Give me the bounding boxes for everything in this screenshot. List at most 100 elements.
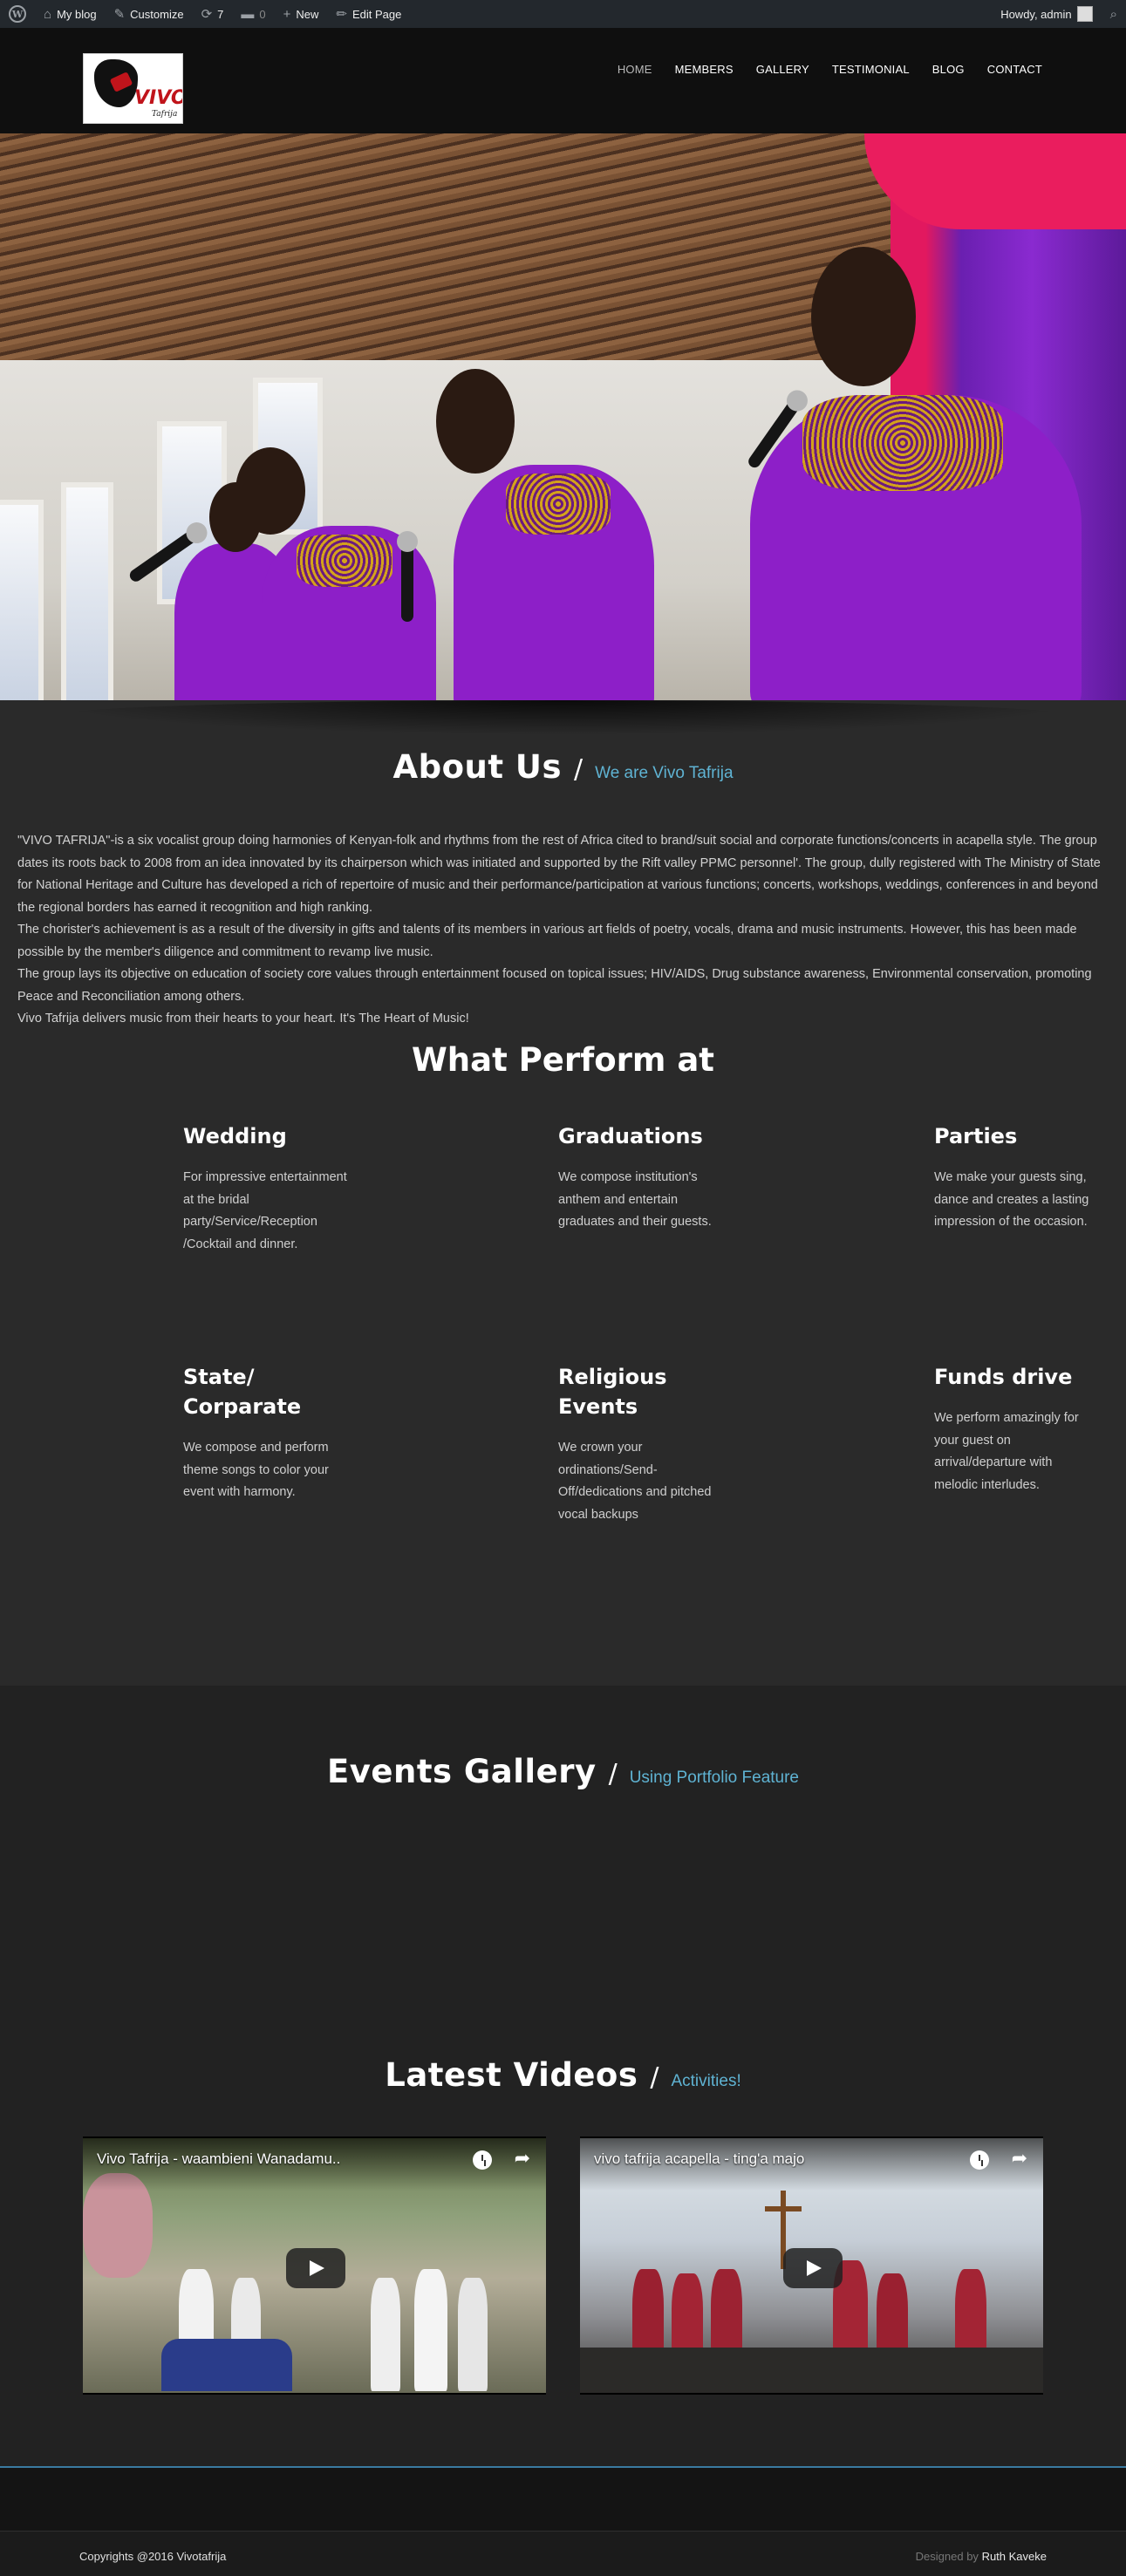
service-parties: Parties We make your guests sing, dance …: [934, 1121, 1117, 1234]
shirt-pattern: [506, 474, 611, 535]
nav-members[interactable]: MEMBERS: [675, 63, 734, 76]
wordpress-icon: W: [9, 5, 26, 23]
about-paragraph: "VIVO TAFRIJA"-is a six vocalist group d…: [17, 834, 1101, 915]
video-pews: [580, 2348, 1043, 2393]
about-heading: About Us / We are Vivo Tafrija: [0, 748, 1126, 786]
service-text: We make your guests sing, dance and crea…: [934, 1170, 1089, 1229]
service-title: Wedding: [183, 1124, 287, 1148]
new-content-link[interactable]: + New: [275, 0, 328, 28]
nav-home[interactable]: HOME: [618, 63, 652, 76]
site-logo[interactable]: VIVO Tafrija: [83, 53, 183, 124]
plus-icon: +: [283, 6, 291, 22]
video-figure: [458, 2278, 488, 2391]
singer-head: [436, 369, 515, 474]
singer-head: [235, 447, 305, 535]
nav-testimonial[interactable]: TESTIMONIAL: [832, 63, 910, 76]
about-paragraph: Vivo Tafrija delivers music from their h…: [17, 1012, 469, 1026]
watch-later-icon[interactable]: [970, 2150, 989, 2170]
video-figure: [371, 2278, 400, 2391]
paintbrush-icon: ✎: [113, 7, 126, 22]
title-separator: /: [608, 1759, 618, 1789]
about-title: About Us: [392, 748, 562, 786]
logo-text: VIVO: [134, 87, 183, 109]
shirt-pattern: [297, 535, 392, 587]
service-title: Religious Events: [558, 1365, 667, 1419]
title-separator: /: [574, 754, 583, 785]
service-title: State/ Corparate: [183, 1365, 302, 1419]
service-text: For impressive entertainment at the brid…: [183, 1170, 347, 1251]
service-wedding: Wedding For impressive entertainment at …: [183, 1121, 366, 1256]
my-account-menu[interactable]: Howdy, admin: [992, 0, 1101, 28]
comment-icon: ▬: [241, 6, 255, 22]
service-title: Funds drive: [934, 1365, 1073, 1389]
video-player[interactable]: Vivo Tafrija - waambieni Wanadamu.. ➦: [83, 2136, 546, 2395]
wp-logo-menu[interactable]: W: [0, 0, 35, 28]
video-title[interactable]: vivo tafrija acapella - ting'a majo: [594, 2150, 943, 2168]
pencil-icon: ✏: [336, 7, 347, 22]
videos-subtitle: Activities!: [671, 2072, 741, 2090]
videos-heading: Latest Videos / Activities!: [0, 2056, 1126, 2094]
nav-gallery[interactable]: GALLERY: [756, 63, 809, 76]
designed-by-label: Designed by: [915, 2550, 979, 2563]
my-blog-link[interactable]: ⌂ My blog: [35, 0, 106, 28]
shirt-pattern: [802, 395, 1003, 491]
main-nav: HOME MEMBERS GALLERY TESTIMONIAL BLOG CO…: [618, 63, 1042, 76]
video-figure: [414, 2269, 447, 2391]
search-toggle[interactable]: ⌕: [1102, 0, 1126, 28]
hero-shadow: [35, 700, 1091, 735]
copyright-text: Copyrights @2016 Vivotafrija: [79, 2550, 227, 2563]
service-religious-events: Religious Events We crown your ordinatio…: [558, 1362, 741, 1526]
refresh-icon: ⟳: [201, 7, 213, 22]
comments-link[interactable]: ▬ 0: [232, 0, 274, 28]
videos-grid: Vivo Tafrija - waambieni Wanadamu.. ➦ vi…: [83, 2136, 1043, 2395]
video-table: [161, 2339, 292, 2391]
about-subtitle: We are Vivo Tafrija: [595, 764, 734, 782]
microphone: [397, 531, 418, 622]
designer-credit: Designed by Ruth Kaveke: [916, 2550, 1047, 2563]
service-funds-drive: Funds drive We perform amazingly for you…: [934, 1362, 1117, 1496]
share-icon[interactable]: ➦: [1012, 2147, 1027, 2170]
video-player[interactable]: vivo tafrija acapella - ting'a majo ➦: [580, 2136, 1043, 2395]
admin-bar: W ⌂ My blog ✎ Customize ⟳ 7 ▬ 0 + New ✏ Edit P…: [0, 0, 1126, 28]
edit-page-link[interactable]: ✏ Edit Page: [327, 0, 410, 28]
search-icon: ⌕: [1109, 6, 1117, 22]
about-paragraph: The chorister's achievement is as a resu…: [17, 923, 1077, 959]
updates-link[interactable]: ⟳ 7: [193, 0, 233, 28]
play-button[interactable]: [783, 2248, 843, 2288]
service-text: We compose institution's anthem and ente…: [558, 1170, 712, 1229]
hero-window: [61, 482, 113, 700]
customize-link[interactable]: ✎ Customize: [106, 0, 193, 28]
gallery-title: Events Gallery: [326, 1753, 597, 1790]
video-title[interactable]: Vivo Tafrija - waambieni Wanadamu..: [97, 2150, 446, 2168]
gallery-subtitle: Using Portfolio Feature: [629, 1768, 800, 1787]
designer-link[interactable]: Ruth Kaveke: [982, 2550, 1047, 2563]
logo-subtext: Tafrija: [152, 110, 178, 119]
service-text: We perform amazingly for your guest on a…: [934, 1411, 1079, 1492]
about-paragraph: The group lays its objective on educatio…: [17, 967, 1092, 1004]
home-icon: ⌂: [44, 6, 52, 22]
service-title: Graduations: [558, 1124, 703, 1148]
service-corporate: State/ Corparate We compose and perform …: [183, 1362, 366, 1504]
hero-image: [0, 133, 1126, 700]
share-icon[interactable]: ➦: [515, 2147, 530, 2170]
gallery-heading: Events Gallery / Using Portfolio Feature: [0, 1753, 1126, 1790]
video-cross: [765, 2206, 802, 2211]
service-text: We compose and perform theme songs to co…: [183, 1441, 329, 1499]
service-graduations: Graduations We compose institution's ant…: [558, 1121, 741, 1234]
africa-map-logo-icon: [94, 59, 138, 107]
singer-head: [811, 247, 916, 386]
service-title: Parties: [934, 1124, 1018, 1148]
title-separator: /: [650, 2062, 659, 2093]
site-header: VIVO Tafrija HOME MEMBERS GALLERY TESTIM…: [0, 28, 1126, 133]
watch-later-icon[interactable]: [473, 2150, 492, 2170]
hero-window: [0, 500, 44, 700]
videos-title: Latest Videos: [385, 2056, 638, 2094]
perform-title: What Perform at: [411, 1041, 714, 1079]
footer-widgets: [0, 2468, 1126, 2531]
about-text: "VIVO TAFRIJA"-is a six vocalist group d…: [17, 830, 1113, 1031]
nav-contact[interactable]: CONTACT: [987, 63, 1042, 76]
avatar: [1076, 6, 1093, 22]
site-footer: Copyrights @2016 Vivotafrija Designed by…: [0, 2531, 1126, 2576]
nav-blog[interactable]: BLOG: [932, 63, 965, 76]
play-button[interactable]: [286, 2248, 345, 2288]
